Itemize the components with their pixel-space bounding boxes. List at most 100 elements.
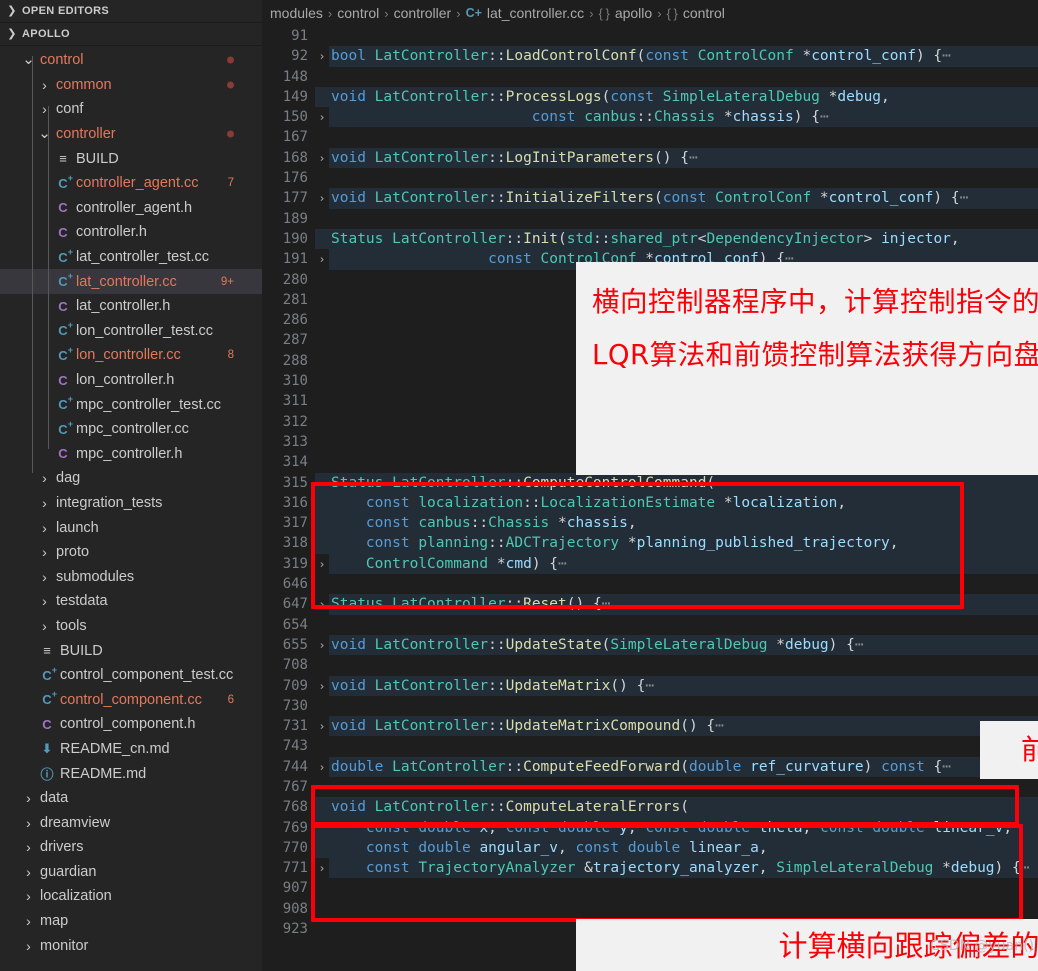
breadcrumb-part[interactable]: control xyxy=(683,5,725,21)
breadcrumb-part[interactable]: controller xyxy=(394,5,452,21)
line-number: 708 xyxy=(262,655,315,676)
breadcrumb[interactable]: modules › control › controller › C+ lat_control… xyxy=(262,0,1038,26)
code-line[interactable]: 731 › void LatController::UpdateMatrixComp… xyxy=(262,716,1038,737)
code-text: void LatController::InitializeFilters(co… xyxy=(329,188,1038,208)
code-line[interactable]: 647 › Status LatController::Reset() {⋯ xyxy=(262,594,1038,615)
code-line[interactable]: 315 Status LatController::ComputeControlC… xyxy=(262,472,1038,493)
tree-item-label: control_component_test.cc xyxy=(60,667,234,684)
tree-item-control-component-test-cc[interactable]: C + control_component_test.cc xyxy=(0,663,262,688)
tree-item-mpc-controller-test-cc[interactable]: C + mpc_controller_test.cc xyxy=(0,392,262,417)
tree-item-testdata[interactable]: › testdata xyxy=(0,589,262,614)
token-pl: :: xyxy=(636,109,655,126)
tree-item-monitor[interactable]: › monitor xyxy=(0,933,262,958)
tree-item-mpc-controller-cc[interactable]: C + mpc_controller.cc xyxy=(0,417,262,442)
fold-chevron-icon[interactable]: › xyxy=(315,634,329,656)
fold-chevron-icon[interactable]: › xyxy=(315,188,329,209)
tree-item-lon-controller-cc[interactable]: C + lon_controller.cc 8 xyxy=(0,343,262,368)
code-line[interactable]: 318 const planning::ADCTrajectory *plann… xyxy=(262,533,1038,554)
tree-item-controller[interactable]: ⌄ controller xyxy=(0,122,262,147)
code-line[interactable]: 770 const double angular_v, const double… xyxy=(262,837,1038,859)
code-lines[interactable]: 91 92 › bool LatController::LoadControlConf… xyxy=(262,26,1038,940)
tree-item-integration-tests[interactable]: › integration_tests xyxy=(0,491,262,516)
breadcrumb-part[interactable]: modules xyxy=(270,5,323,21)
code-line[interactable]: 709 › void LatController::UpdateMatrix() {… xyxy=(262,675,1038,696)
code-line[interactable]: 149 void LatController::ProcessLogs(const… xyxy=(262,86,1038,108)
code-line[interactable]: 768 void LatController::ComputeLateralErr… xyxy=(262,797,1038,818)
code-line[interactable]: 176 xyxy=(262,168,1038,189)
code-line[interactable]: 655 › void LatController::UpdateState(Simp… xyxy=(262,634,1038,656)
code-line[interactable]: 189 xyxy=(262,208,1038,229)
fold-chevron-icon[interactable]: › xyxy=(315,716,329,737)
code-line[interactable]: 177 › void LatController::InitializeFilter… xyxy=(262,188,1038,209)
tree-item-common[interactable]: › common xyxy=(0,73,262,98)
line-number: 177 xyxy=(262,188,315,209)
tree-item-control-component-cc[interactable]: C + control_component.cc 6 xyxy=(0,687,262,712)
code-line[interactable]: 317 const canbus::Chassis *chassis, xyxy=(262,513,1038,534)
tree-item-lat-controller-cc[interactable]: C + lat_controller.cc 9+ xyxy=(0,269,262,294)
code-line[interactable]: 150 › const canbus::Chassis *chassis) {⋯ xyxy=(262,107,1038,128)
apollo-section-header[interactable]: ❯ APOLLO xyxy=(0,23,262,46)
tree-item-build[interactable]: ≡ BUILD xyxy=(0,638,262,663)
code-line[interactable]: 646 xyxy=(262,574,1038,595)
code-line[interactable]: 316 const localization::LocalizationEsti… xyxy=(262,492,1038,514)
tree-item-tools[interactable]: › tools xyxy=(0,614,262,639)
fold-chevron-icon[interactable]: › xyxy=(315,675,329,696)
code-line[interactable]: 654 xyxy=(262,614,1038,635)
tree-item-readme-cn-md[interactable]: ⬇ README_cn.md xyxy=(0,737,262,762)
breadcrumb-part[interactable]: control xyxy=(337,5,379,21)
tree-item-control[interactable]: ⌄ control xyxy=(0,48,262,73)
tree-item-submodules[interactable]: › submodules xyxy=(0,564,262,589)
code-line[interactable]: 708 xyxy=(262,655,1038,676)
code-line[interactable]: 908 xyxy=(262,898,1038,920)
fold-chevron-icon[interactable]: › xyxy=(315,594,329,615)
tree-item-guardian[interactable]: › guardian xyxy=(0,860,262,885)
breadcrumb-part[interactable]: apollo xyxy=(615,5,652,21)
tree-item-controller-agent-h[interactable]: Ccontroller_agent.h xyxy=(0,196,262,221)
code-line[interactable]: 769 const double x, const double y, cons… xyxy=(262,817,1038,838)
code-line[interactable]: 319 › ControlCommand *cmd) {⋯ xyxy=(262,553,1038,575)
tree-item-mpc-controller-h[interactable]: Cmpc_controller.h xyxy=(0,442,262,467)
code-line[interactable]: 730 xyxy=(262,695,1038,717)
tree-item-build[interactable]: ≡ BUILD xyxy=(0,146,262,171)
fold-chevron-icon[interactable]: › xyxy=(315,147,329,169)
fold-chevron-icon[interactable]: › xyxy=(315,249,329,270)
tree-item-launch[interactable]: › launch xyxy=(0,515,262,540)
tree-item-control-component-h[interactable]: Ccontrol_component.h xyxy=(0,712,262,737)
tree-item-lon-controller-test-cc[interactable]: C + lon_controller_test.cc xyxy=(0,319,262,344)
fold-chevron-icon[interactable]: › xyxy=(315,858,329,879)
code-line[interactable]: 168 › void LatController::LogInitParameter… xyxy=(262,147,1038,169)
code-line[interactable]: 771 › const TrajectoryAnalyzer &trajector… xyxy=(262,858,1038,879)
code-line[interactable]: 190 Status LatController::Init(std::share… xyxy=(262,228,1038,250)
token-fn: LoadControlConf xyxy=(505,48,637,65)
token-kw: double xyxy=(872,819,925,836)
code-line[interactable]: 148 xyxy=(262,66,1038,87)
tree-item-dreamview[interactable]: › dreamview xyxy=(0,810,262,835)
tree-item-lat-controller-test-cc[interactable]: C + lat_controller_test.cc xyxy=(0,245,262,270)
tree-item-readme-md[interactable]: ⓘ README.md xyxy=(0,761,262,786)
code-line[interactable]: 91 xyxy=(262,26,1038,47)
tree-item-proto[interactable]: › proto xyxy=(0,540,262,565)
open-editors-section-header[interactable]: ❯ OPEN EDITORS xyxy=(0,0,262,23)
fold-chevron-icon[interactable]: › xyxy=(315,107,329,128)
tree-item-controller-agent-cc[interactable]: C + controller_agent.cc 7 xyxy=(0,171,262,196)
tree-item-drivers[interactable]: › drivers xyxy=(0,835,262,860)
code-line[interactable]: 167 xyxy=(262,127,1038,148)
breadcrumb-part[interactable]: lat_controller.cc xyxy=(487,5,584,21)
code-line[interactable]: 907 xyxy=(262,878,1038,899)
tree-item-lon-controller-h[interactable]: Clon_controller.h xyxy=(0,368,262,393)
code-line[interactable]: 767 xyxy=(262,776,1038,798)
tree-item-dag[interactable]: › dag xyxy=(0,466,262,491)
tree-item-lat-controller-h[interactable]: Clat_controller.h xyxy=(0,294,262,319)
fold-chevron-icon[interactable]: › xyxy=(315,553,329,575)
tree-item-data[interactable]: › data xyxy=(0,786,262,811)
fold-chevron-icon[interactable]: › xyxy=(315,46,329,67)
tree-item-conf[interactable]: › conf xyxy=(0,97,262,122)
code-line[interactable]: 744 › double LatController::ComputeFeedFor… xyxy=(262,756,1038,777)
tree-item-localization[interactable]: › localization xyxy=(0,884,262,909)
tree-item-controller-h[interactable]: Ccontroller.h xyxy=(0,220,262,245)
token-el: ⋯ xyxy=(959,190,969,207)
tree-item-map[interactable]: › map xyxy=(0,909,262,934)
code-line[interactable]: 92 › bool LatController::LoadControlConf(c… xyxy=(262,46,1038,67)
code-line[interactable]: 743 xyxy=(262,736,1038,757)
fold-chevron-icon[interactable]: › xyxy=(315,756,329,777)
